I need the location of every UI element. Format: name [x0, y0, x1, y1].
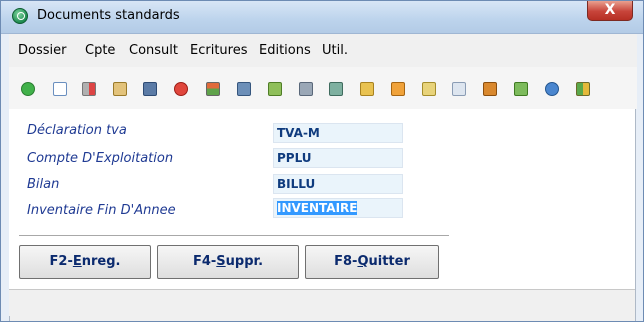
export-icon[interactable]	[329, 82, 343, 96]
delete-button-mnemonic: S	[216, 254, 226, 269]
menu-cpte[interactable]: Cpte	[85, 43, 115, 58]
delete-button[interactable]: F4-Suppr.	[157, 245, 299, 279]
menu-ecritures[interactable]: Ecritures	[190, 43, 247, 58]
quit-button-mnemonic: Q	[357, 254, 369, 269]
save-icon[interactable]	[391, 82, 405, 96]
delete-button-rest: uppr.	[225, 254, 264, 269]
home-icon[interactable]	[206, 82, 220, 96]
document-icon[interactable]	[452, 82, 466, 96]
new-document-icon[interactable]	[53, 82, 67, 96]
menu-bar: Dossier Cpte Consult Ecritures Editions …	[9, 34, 637, 68]
paste-icon[interactable]	[113, 82, 127, 96]
search-icon[interactable]	[268, 82, 282, 96]
label-declaration-tva: Déclaration tva	[27, 123, 127, 138]
menu-editions[interactable]: Editions	[259, 43, 311, 58]
stop-icon[interactable]	[174, 82, 188, 96]
info-icon[interactable]	[545, 82, 559, 96]
field-inventaire[interactable]: INVENTAIRE	[273, 198, 403, 218]
save-button-mnemonic: E	[72, 254, 82, 269]
quit-button-rest: uitter	[368, 254, 410, 269]
field-compte-exploitation[interactable]: PPLU	[273, 148, 403, 168]
status-bar	[9, 289, 635, 316]
save-button-prefix: F2-	[49, 254, 73, 269]
separator	[19, 235, 449, 237]
quit-button[interactable]: F8-Quitter	[305, 245, 439, 279]
print-preview-icon[interactable]	[143, 82, 157, 96]
quit-button-prefix: F8-	[334, 254, 358, 269]
close-button[interactable]: X	[587, 1, 633, 21]
toolbar	[9, 67, 637, 109]
save-button[interactable]: F2-Enreg.	[19, 245, 151, 279]
menu-util[interactable]: Util.	[322, 43, 348, 58]
label-compte-exploitation: Compte D'Exploitation	[27, 151, 174, 166]
check-icon[interactable]	[21, 82, 35, 96]
folder-icon[interactable]	[422, 82, 436, 96]
settings-icon[interactable]	[514, 82, 528, 96]
window-title: Documents standards	[37, 8, 180, 23]
archive-icon[interactable]	[483, 82, 497, 96]
field-declaration-tva[interactable]: TVA-M	[273, 123, 403, 143]
label-inventaire: Inventaire Fin D'Annee	[27, 203, 176, 218]
field-bilan[interactable]: BILLU	[273, 174, 403, 194]
menu-dossier[interactable]: Dossier	[18, 43, 66, 58]
printer-icon[interactable]	[299, 82, 313, 96]
cut-icon[interactable]	[82, 82, 96, 96]
app-logo-icon	[12, 8, 28, 24]
selected-text: INVENTAIRE	[277, 201, 358, 215]
grid-icon[interactable]	[576, 82, 590, 96]
notes-icon[interactable]	[360, 82, 374, 96]
help-question-icon[interactable]	[237, 82, 251, 96]
delete-button-prefix: F4-	[192, 254, 217, 269]
save-button-rest: nreg.	[81, 254, 121, 269]
application-window: Documents standards X Dossier Cpte Consu…	[0, 0, 644, 322]
title-bar: Documents standards X	[1, 1, 643, 34]
menu-consult[interactable]: Consult	[129, 43, 178, 58]
form-panel: Déclaration tva TVA-M Compte D'Exploitat…	[9, 109, 635, 316]
label-bilan: Bilan	[27, 177, 60, 192]
